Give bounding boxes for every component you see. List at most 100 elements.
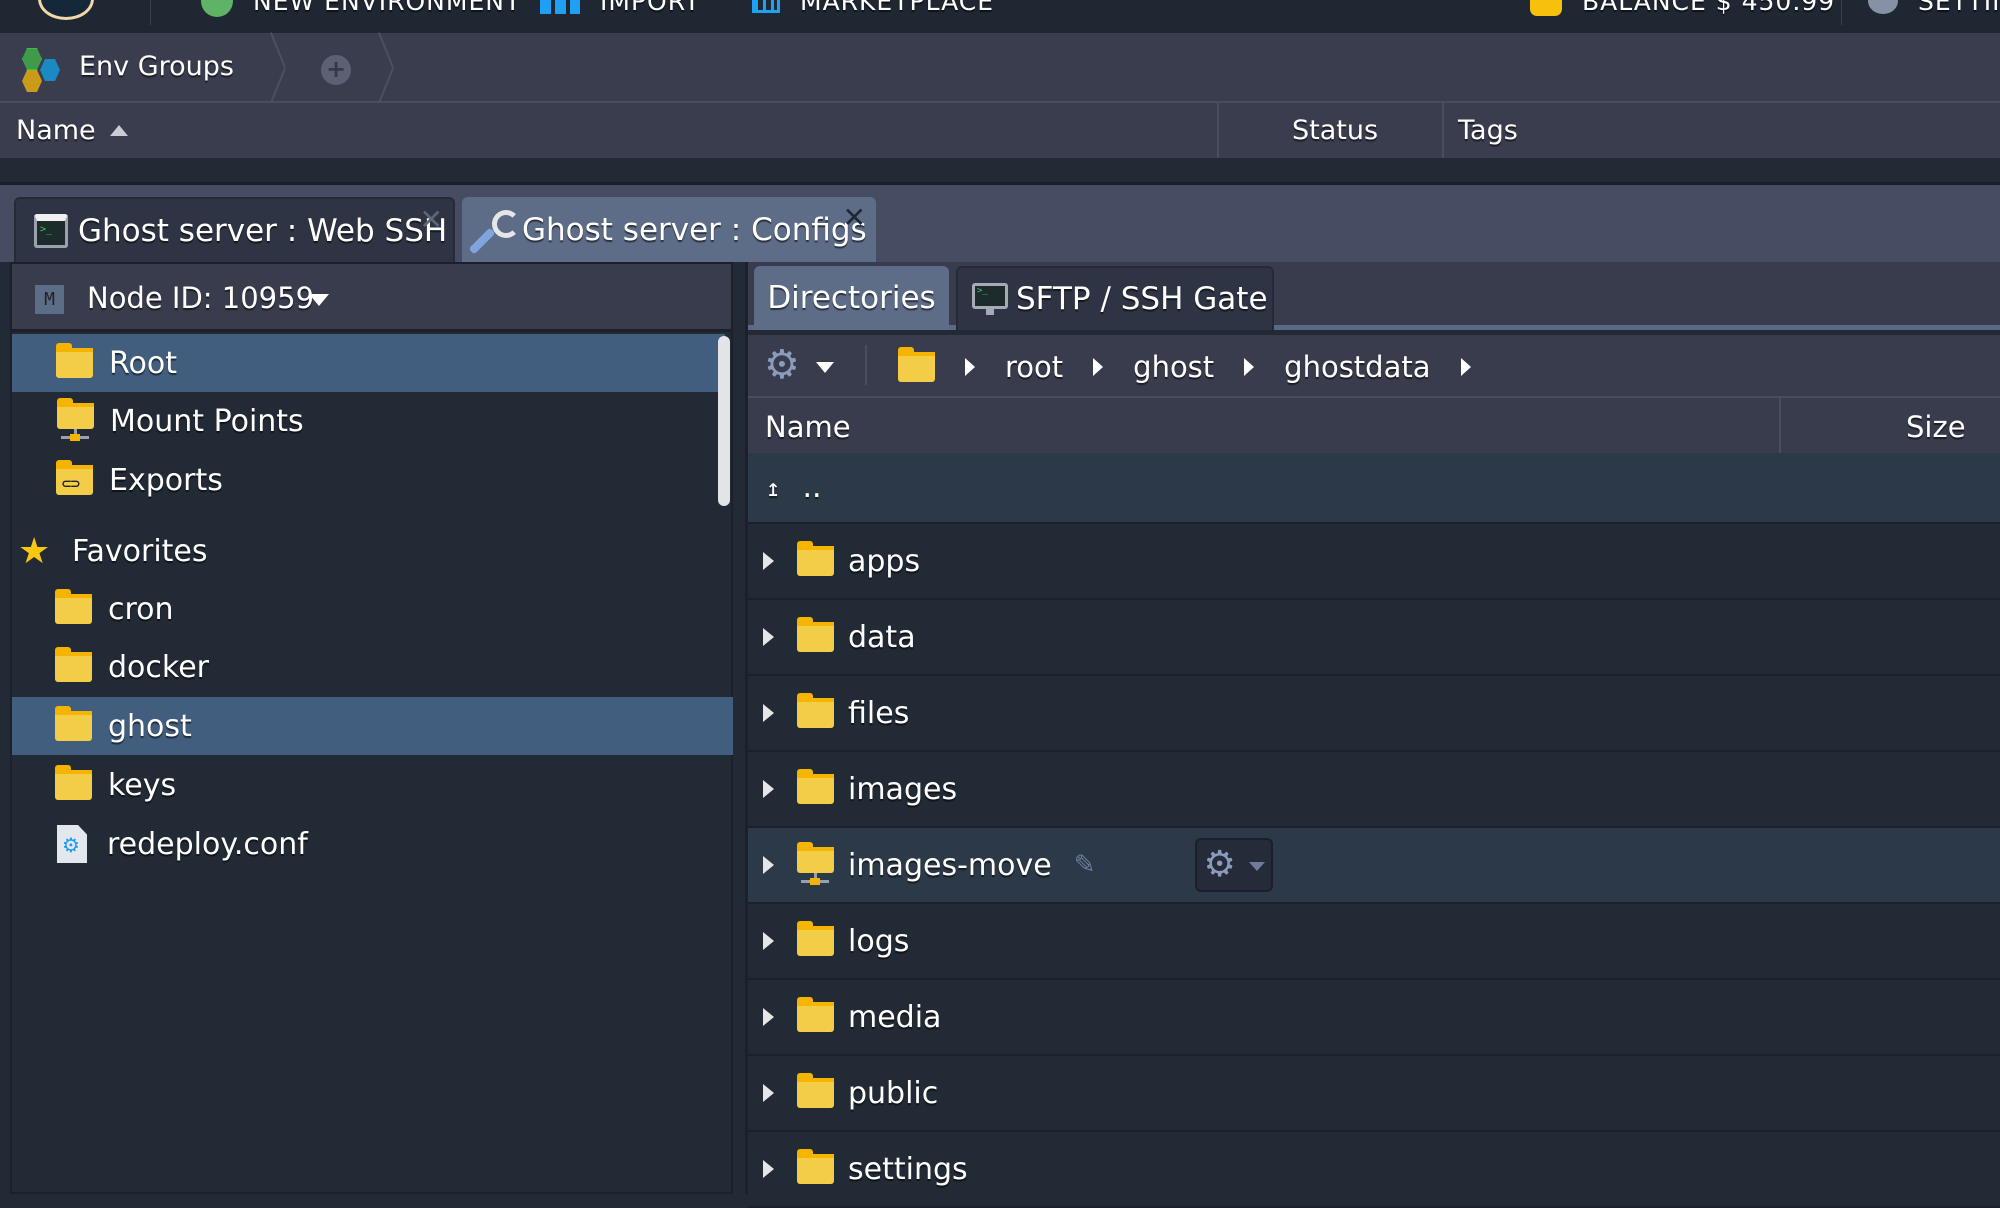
folder-icon	[797, 617, 834, 652]
divider	[150, 0, 151, 25]
breadcrumb-ghostdata[interactable]: ghostdata	[1284, 350, 1430, 384]
divider	[865, 345, 867, 385]
expand-arrow-icon[interactable]	[763, 856, 774, 874]
expand-arrow-icon[interactable]	[763, 552, 774, 570]
expand-arrow-icon[interactable]	[763, 932, 774, 950]
expand-arrow-icon[interactable]	[763, 628, 774, 646]
tags-column-header[interactable]: Tags	[1458, 103, 1518, 158]
column-divider	[1442, 103, 1444, 158]
gear-icon: ⚙	[764, 342, 800, 388]
favorites-header[interactable]: ★ Favorites	[12, 522, 725, 580]
close-icon[interactable]: ✕	[420, 203, 443, 236]
favorite-item-redeploy-conf[interactable]: redeploy.conf	[12, 815, 725, 873]
file-row[interactable]: settings	[748, 1132, 2000, 1208]
file-row[interactable]: public	[748, 1056, 2000, 1132]
column-divider	[1217, 103, 1219, 158]
expand-arrow-icon[interactable]	[763, 1008, 774, 1026]
file-row[interactable]: apps	[748, 524, 2000, 600]
favorite-item-label: redeploy.conf	[107, 826, 308, 862]
file-row[interactable]: media	[748, 980, 2000, 1056]
folder-icon	[55, 706, 92, 741]
expand-arrow-icon[interactable]	[763, 780, 774, 798]
marketplace-button[interactable]: MARKETPLACE	[752, 0, 994, 16]
terminal-icon	[34, 213, 68, 248]
file-row[interactable]: files	[748, 676, 2000, 752]
folder-icon	[797, 1149, 834, 1184]
status-column-header[interactable]: Status	[1292, 103, 1378, 158]
folder-icon	[56, 343, 93, 378]
network-folder-icon	[57, 398, 94, 441]
tab-configs-label: Ghost server : Configs	[522, 211, 867, 248]
folder-icon[interactable]	[898, 346, 935, 382]
tree-item-exports[interactable]: ⊂⊃ Exports	[12, 451, 725, 509]
marketplace-label: MARKETPLACE	[800, 0, 994, 16]
tree-scrollbar[interactable]	[718, 336, 730, 506]
favorite-item-docker[interactable]: docker	[12, 638, 725, 696]
breadcrumb-separator	[270, 33, 300, 103]
import-icon	[540, 0, 580, 14]
name-column-header[interactable]: Name	[765, 410, 851, 444]
breadcrumb-arrow-icon[interactable]	[1460, 357, 1471, 376]
folder-icon	[55, 589, 92, 624]
add-env-group-button[interactable]: +	[321, 55, 351, 85]
new-environment-button[interactable]: NEW ENVIRONMENT	[201, 0, 522, 17]
tab-configs[interactable]: Ghost server : Configs ✕	[462, 197, 876, 262]
link-folder-icon: ⊂⊃	[56, 460, 93, 495]
breadcrumb-ghost[interactable]: ghost	[1133, 350, 1214, 384]
gear-icon: ⚙	[1203, 844, 1236, 885]
wrench-icon	[474, 209, 520, 250]
favorite-item-label: keys	[108, 767, 177, 803]
tab-web-ssh[interactable]: Ghost server : Web SSH ✕	[14, 197, 455, 262]
favorites-label: Favorites	[72, 533, 208, 569]
folder-icon	[797, 997, 834, 1032]
file-name: images-move	[848, 847, 1052, 883]
node-selector[interactable]: M Node ID: 10959	[12, 264, 731, 332]
rename-pencil-icon[interactable]: ✎	[1074, 850, 1096, 880]
env-groups-label[interactable]: Env Groups	[79, 51, 234, 82]
settings-label: SETTINGS	[1918, 0, 2000, 16]
favorite-item-cron[interactable]: cron	[12, 580, 725, 638]
breadcrumb-root[interactable]: root	[1005, 350, 1063, 384]
file-row[interactable]: logs	[748, 904, 2000, 980]
file-list-header: Name Size	[748, 398, 2000, 453]
folder-icon	[55, 765, 92, 800]
balance-icon	[1530, 0, 1562, 16]
tags-column-label: Tags	[1458, 115, 1518, 146]
parent-directory-row[interactable]: ↥ ..	[748, 453, 2000, 524]
environment-list-header: Name Status Tags	[0, 103, 2000, 158]
balance-label: BALANCE $ 450.99	[1582, 0, 1836, 16]
tab-directories[interactable]: Directories	[754, 266, 949, 330]
row-actions-button[interactable]: ⚙	[1195, 838, 1274, 892]
file-row[interactable]: data	[748, 600, 2000, 676]
import-button[interactable]: IMPORT	[540, 0, 701, 16]
expand-arrow-icon[interactable]	[763, 1160, 774, 1178]
breadcrumb-arrow-icon	[1244, 357, 1255, 376]
app-logo[interactable]	[38, 0, 94, 20]
network-folder-icon	[797, 842, 834, 885]
column-divider[interactable]	[1779, 398, 1781, 453]
size-column-header[interactable]: Size	[1906, 410, 1966, 444]
expand-arrow-icon[interactable]	[763, 1084, 774, 1102]
close-icon[interactable]: ✕	[843, 201, 866, 234]
favorite-item-keys[interactable]: keys	[12, 756, 725, 814]
folder-icon	[797, 541, 834, 576]
divider	[1841, 0, 1842, 25]
folder-icon	[797, 921, 834, 956]
favorite-item-ghost[interactable]: ghost	[12, 697, 733, 755]
folder-icon	[797, 769, 834, 804]
chevron-down-icon	[1249, 862, 1266, 871]
balance-button[interactable]: BALANCE $ 450.99	[1530, 0, 1835, 16]
file-row[interactable]: images	[748, 752, 2000, 828]
file-row[interactable]: images-move ✎ ⚙	[748, 828, 2000, 904]
tab-sftp-ssh-gate[interactable]: SFTP / SSH Gate	[956, 266, 1274, 330]
tree-item-root[interactable]: Root	[12, 334, 725, 392]
expand-arrow-icon[interactable]	[763, 704, 774, 722]
settings-button[interactable]: SETTINGS	[1868, 0, 2000, 16]
breadcrumb: root ghost ghostdata	[898, 335, 1501, 398]
file-browser-panel: Directories SFTP / SSH Gate ⚙ root ghost…	[745, 262, 2000, 1208]
tree-item-mount-points[interactable]: Mount Points	[12, 392, 725, 450]
file-name: media	[848, 999, 942, 1035]
config-file-icon	[57, 825, 87, 863]
new-environment-label: NEW ENVIRONMENT	[253, 0, 522, 16]
name-column-header[interactable]: Name	[16, 103, 128, 158]
